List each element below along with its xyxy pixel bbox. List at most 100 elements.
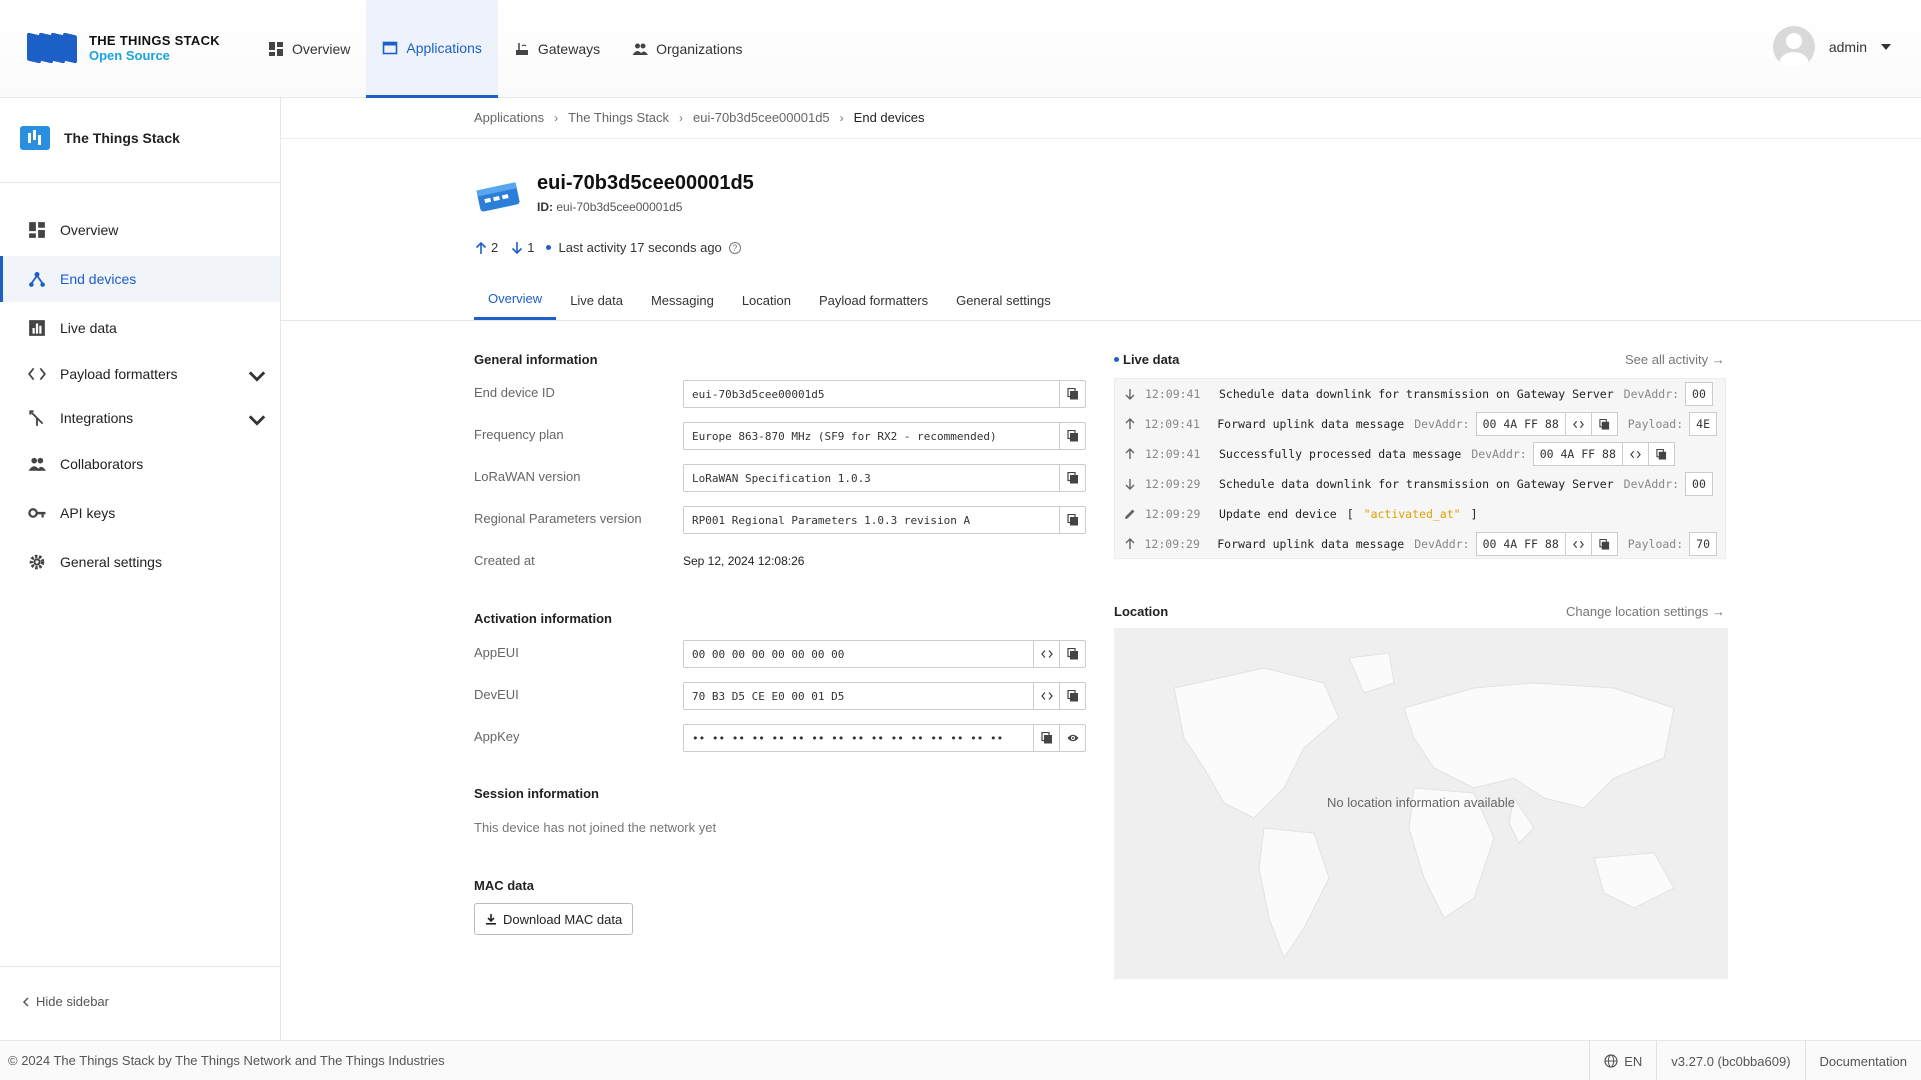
event-message: Successfully processed data message (1219, 447, 1462, 461)
list-item[interactable]: 12:09:29 Update end device [ "activated_… (1115, 499, 1725, 529)
copy-icon (1599, 418, 1609, 430)
tab-overview[interactable]: Overview (474, 280, 557, 320)
nav-organizations-label: Organizations (656, 41, 743, 57)
list-item[interactable]: 12:09:29 Schedule data downlink for tran… (1115, 469, 1725, 499)
location-map[interactable]: No location information available (1114, 628, 1728, 979)
copy-button[interactable] (1590, 413, 1617, 435)
arrow-up-icon (1125, 418, 1135, 429)
tab-messaging[interactable]: Messaging (637, 280, 728, 320)
copy-button[interactable] (1590, 533, 1617, 555)
sidebar-item-api-keys[interactable]: API keys (0, 490, 280, 536)
copy-icon (1656, 448, 1666, 460)
sidebar-item-payload-formatters[interactable]: Payload formatters (0, 351, 280, 397)
globe-icon (1604, 1054, 1618, 1068)
copy-button[interactable] (1059, 507, 1085, 533)
list-item[interactable]: 12:09:41 Forward uplink data message Dev… (1115, 409, 1725, 439)
uplink-count: 2 (474, 240, 498, 255)
field-value[interactable]: •• •• •• •• •• •• •• •• •• •• •• •• •• •… (684, 725, 1033, 751)
sidebar-item-overview[interactable]: Overview (0, 207, 280, 253)
event-key: Payload: (1627, 537, 1684, 551)
nav-overview[interactable]: Overview (252, 0, 366, 98)
event-value: 00 (1692, 477, 1706, 491)
field-value[interactable]: eui-70b3d5cee00001d5 (684, 381, 1059, 407)
sidebar-item-end-devices[interactable]: End devices (0, 256, 280, 302)
event-key: DevAddr: (1623, 387, 1680, 401)
download-mac-data-label: Download MAC data (503, 911, 623, 927)
event-key: Payload: (1627, 417, 1684, 431)
nav-overview-label: Overview (292, 41, 351, 57)
toggle-format-button[interactable] (1564, 413, 1591, 435)
sidebar-item-label: Payload formatters (60, 366, 178, 382)
nav-gateways[interactable]: Gateways (498, 0, 616, 98)
field-value[interactable]: 70 B3 D5 CE E0 00 01 D5 (684, 683, 1033, 709)
sidebar-item-integrations[interactable]: Integrations (0, 395, 280, 441)
breadcrumb-applications[interactable]: Applications (474, 110, 544, 125)
copy-button[interactable] (1059, 465, 1085, 491)
nav-organizations[interactable]: Organizations (616, 0, 758, 98)
field-value[interactable]: Europe 863-870 MHz (SF9 for RX2 - recomm… (684, 423, 1059, 449)
tab-payload-formatters[interactable]: Payload formatters (805, 280, 942, 320)
event-value: 70 (1696, 537, 1710, 551)
sidebar: The Things Stack Overview End devices Li… (0, 98, 281, 1040)
sidebar-item-label: End devices (60, 271, 137, 287)
download-mac-data-button[interactable]: Download MAC data (474, 903, 634, 935)
logo[interactable]: THE THINGS STACK Open Source (27, 30, 267, 70)
toggle-format-button[interactable] (1621, 443, 1648, 465)
user-menu[interactable]: admin (1772, 26, 1891, 68)
event-time: 12:09:29 (1145, 507, 1201, 521)
toggle-format-button[interactable] (1033, 683, 1059, 709)
breadcrumb-application[interactable]: The Things Stack (568, 110, 669, 125)
field-value[interactable]: LoRaWAN Specification 1.0.3 (684, 465, 1059, 491)
chevron-down-icon[interactable] (248, 411, 266, 429)
eye-icon (1067, 734, 1078, 742)
breadcrumb-device[interactable]: eui-70b3d5cee00001d5 (693, 110, 830, 125)
field-value[interactable]: RP001 Regional Parameters 1.0.3 revision… (684, 507, 1059, 533)
copy-button[interactable] (1059, 423, 1085, 449)
hide-sidebar-button[interactable]: Hide sidebar (22, 994, 109, 1009)
lorawan-version-field: LoRaWAN Specification 1.0.3 (683, 464, 1086, 492)
nav-applications[interactable]: Applications (366, 0, 498, 98)
user-name: admin (1828, 39, 1867, 55)
tab-location[interactable]: Location (728, 280, 805, 320)
application-icon (20, 126, 50, 150)
sidebar-item-live-data[interactable]: Live data (0, 305, 280, 351)
event-value: 00 4A FF 88 (1539, 447, 1616, 461)
sidebar-item-label: Collaborators (60, 456, 144, 472)
version-label: v3.27.0 (bc0bba609) (1656, 1041, 1804, 1080)
status-dot-icon (546, 245, 552, 250)
change-location-settings-link[interactable]: Change location settings → (1566, 604, 1725, 619)
copy-button[interactable] (1033, 725, 1059, 751)
toggle-format-button[interactable] (1564, 533, 1591, 555)
list-item[interactable]: 12:09:41 Schedule data downlink for tran… (1115, 379, 1725, 409)
tab-general-settings[interactable]: General settings (942, 280, 1065, 320)
tab-live-data[interactable]: Live data (556, 280, 637, 320)
field-value[interactable]: 00 00 00 00 00 00 00 00 (684, 641, 1033, 667)
event-value-chip: 00 4A FF 88 (1475, 532, 1618, 556)
chevron-down-icon[interactable] (248, 367, 266, 385)
copy-button[interactable] (1647, 443, 1674, 465)
field-label: DevEUI (474, 687, 519, 702)
list-item[interactable]: 12:09:29 Forward uplink data message Dev… (1115, 529, 1725, 558)
copy-button[interactable] (1059, 641, 1085, 667)
top-nav: Overview Applications Gateways Organizat… (252, 0, 759, 98)
grid-icon (29, 222, 45, 238)
copy-button[interactable] (1059, 683, 1085, 709)
event-value-chip: 00 4A FF 88 (1532, 442, 1675, 466)
toggle-format-button[interactable] (1033, 641, 1059, 667)
breadcrumb-current: End devices (853, 110, 925, 125)
help-icon[interactable]: ? (728, 241, 741, 254)
hide-sidebar-label: Hide sidebar (36, 994, 109, 1009)
device-tabs: Overview Live data Messaging Location Pa… (474, 280, 1065, 320)
copy-button[interactable] (1059, 381, 1085, 407)
code-icon (1572, 540, 1584, 548)
documentation-link[interactable]: Documentation (1804, 1041, 1921, 1080)
gear-icon (29, 554, 45, 570)
see-all-activity-link[interactable]: See all activity → (1625, 352, 1725, 367)
sidebar-item-collaborators[interactable]: Collaborators (0, 441, 280, 487)
list-item[interactable]: 12:09:41 Successfully processed data mes… (1115, 439, 1725, 469)
chevron-right-icon: › (554, 110, 559, 125)
language-selector[interactable]: EN (1589, 1041, 1656, 1080)
key-icon (28, 508, 46, 518)
sidebar-item-general-settings[interactable]: General settings (0, 539, 280, 585)
show-key-button[interactable] (1059, 725, 1085, 751)
